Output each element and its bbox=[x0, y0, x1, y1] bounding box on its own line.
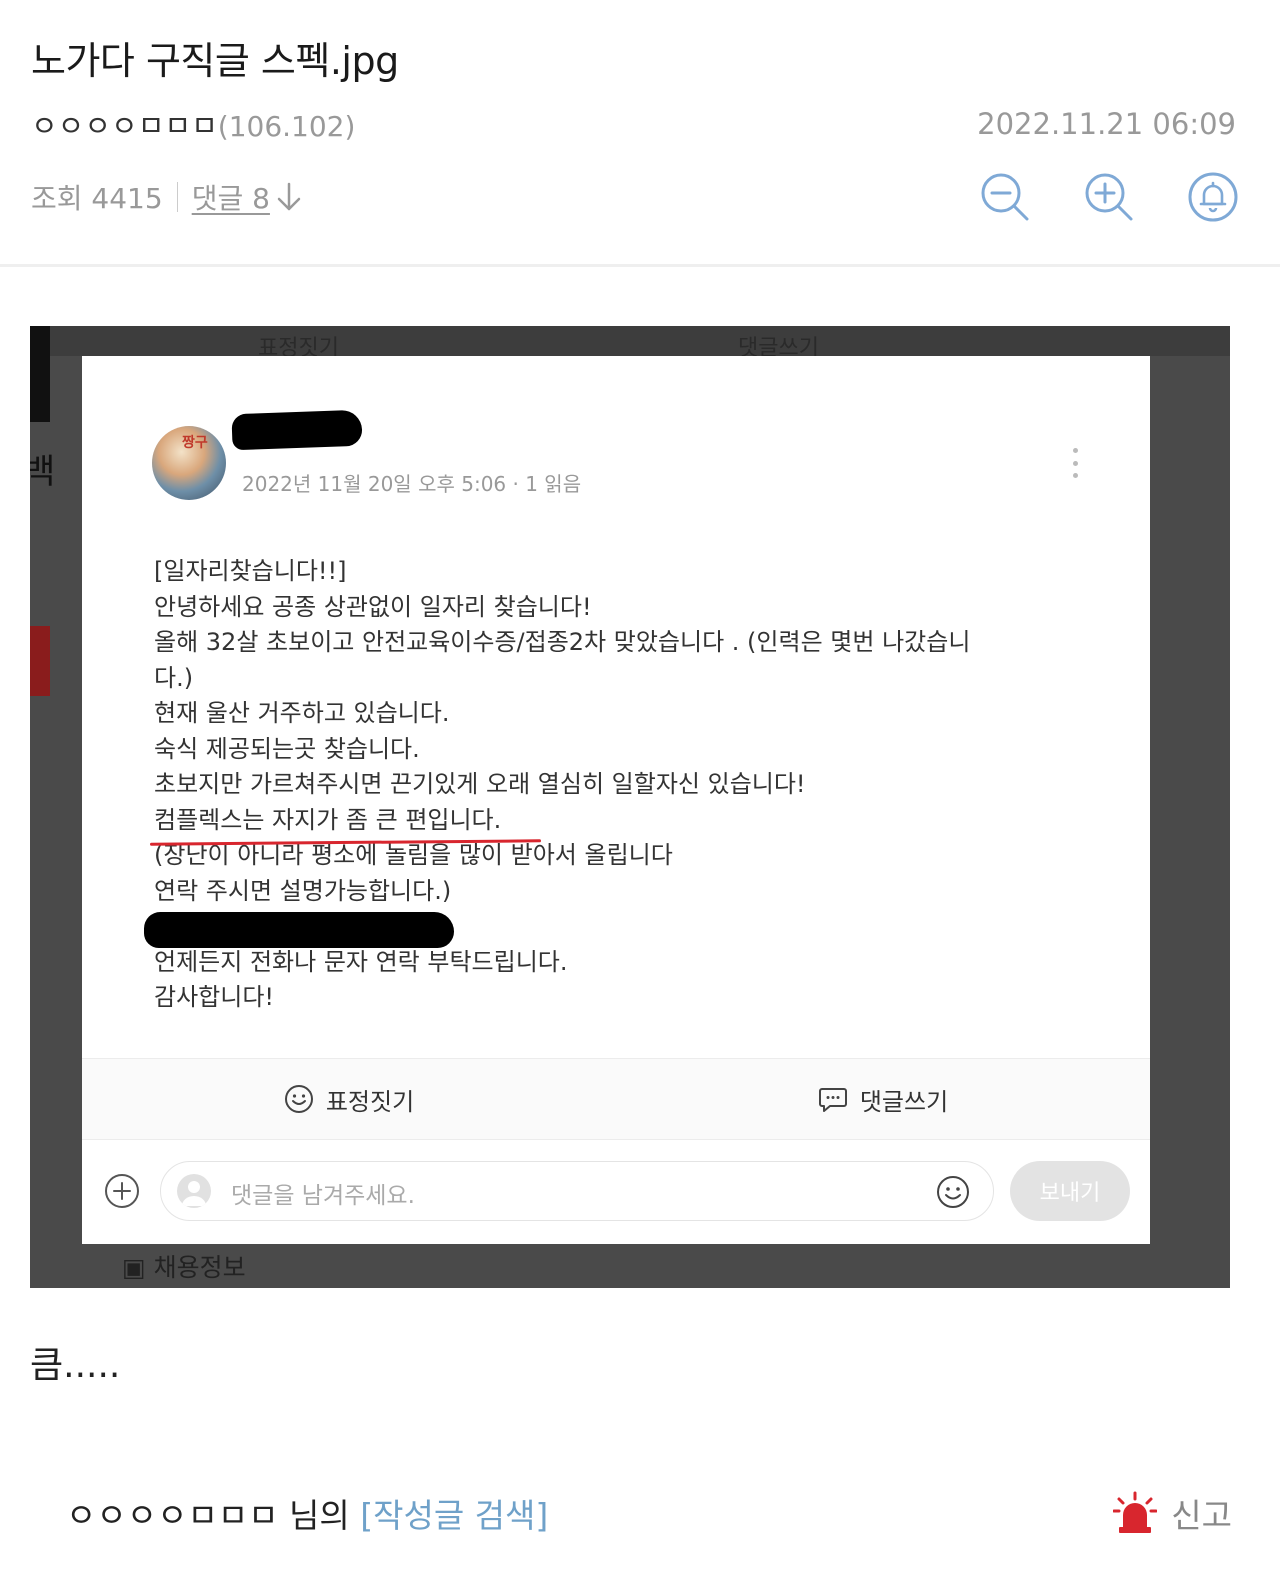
card-meta: 2022년 11월 20일 오후 5:06 · 1 읽음 bbox=[242, 472, 582, 496]
post-date: 2022.11.21 06:09 bbox=[977, 107, 1236, 141]
bell-icon bbox=[1188, 172, 1238, 222]
stats-divider bbox=[176, 182, 178, 212]
avatar-text: 짱구 bbox=[182, 435, 208, 451]
body-line: 올해 32살 초보이고 안전교육이수증/접종2차 맞았습니다 . (인력은 몇번… bbox=[154, 628, 971, 656]
user-avatar-icon bbox=[177, 1174, 211, 1208]
body-line: 연락 주시면 설명가능합니다.) bbox=[154, 876, 452, 905]
body-line: 현재 울산 거주하고 있습니다. bbox=[154, 699, 450, 727]
zoom-out-button[interactable] bbox=[978, 170, 1032, 224]
post-image: 표정짓기 댓글쓰기 백 ▣ 채용정보 짱구 2022년 11월 20일 오후 5… bbox=[30, 326, 1230, 1288]
body-line: [일자리찾습니다!!] bbox=[154, 557, 347, 585]
react-button[interactable]: 표정짓기 bbox=[82, 1059, 616, 1139]
post-meta: ㅇㅇㅇㅇㅁㅁㅁ(106.102) 2022.11.21 06:09 bbox=[31, 104, 1236, 144]
comment-input[interactable]: 댓글을 남겨주세요. bbox=[160, 1161, 994, 1221]
redaction-mark bbox=[144, 912, 454, 948]
zoom-in-icon bbox=[1085, 173, 1133, 221]
author-name[interactable]: ㅇㅇㅇㅇㅁㅁㅁ bbox=[31, 109, 218, 143]
bg-side-red-block bbox=[30, 626, 50, 696]
smiley-icon bbox=[284, 1085, 313, 1113]
view-tools bbox=[978, 170, 1240, 224]
body-line-highlighted: 컴플렉스는 자지가 좀 큰 편입니다. bbox=[154, 803, 1094, 839]
comment-count-link[interactable]: 댓글 8 bbox=[192, 177, 302, 217]
comment-composer: 댓글을 남겨주세요. 보내기 bbox=[82, 1139, 1150, 1244]
plus-circle-icon[interactable] bbox=[104, 1173, 140, 1209]
post-stats: 조회 4415 댓글 8 bbox=[31, 172, 1240, 222]
author-posts-search-link[interactable]: [작성글 검색] bbox=[360, 1496, 548, 1535]
speech-bubble-icon bbox=[818, 1088, 847, 1112]
author-info: ㅇㅇㅇㅇㅁㅁㅁ(106.102) bbox=[31, 103, 355, 145]
avatar: 짱구 bbox=[152, 426, 226, 500]
comment-button[interactable]: 댓글쓰기 bbox=[616, 1059, 1150, 1139]
post-footer: ㅇㅇㅇㅇㅁㅁㅁ 님의 [작성글 검색] 신고 bbox=[66, 1488, 1232, 1538]
emoji-icon[interactable] bbox=[935, 1174, 971, 1210]
body-line: 숙식 제공되는곳 찾습니다. bbox=[154, 734, 420, 763]
body-line: 초보지만 가르쳐주시면 끈기있게 오래 열심히 일할자신 있습니다! bbox=[154, 770, 806, 798]
notification-button[interactable] bbox=[1186, 170, 1240, 224]
send-button[interactable]: 보내기 bbox=[1010, 1161, 1130, 1221]
author-ip: (106.102) bbox=[217, 110, 356, 143]
comment-label: 댓글쓰기 bbox=[859, 1087, 949, 1116]
post-body-text: 큼..... bbox=[30, 1345, 121, 1386]
header-divider bbox=[0, 264, 1280, 267]
kakao-post-card: 짱구 2022년 11월 20일 오후 5:06 · 1 읽음 [일자리찾습니다… bbox=[82, 356, 1150, 1244]
reaction-bar: 표정짓기 댓글쓰기 bbox=[82, 1058, 1150, 1140]
author-search: ㅇㅇㅇㅇㅁㅁㅁ 님의 [작성글 검색] bbox=[66, 1489, 548, 1537]
post-title: 노가다 구직글 스펙.jpg bbox=[31, 39, 399, 83]
redaction-mark bbox=[231, 409, 363, 451]
zoom-out-icon bbox=[981, 173, 1029, 221]
siren-icon bbox=[1113, 1491, 1158, 1533]
stats-left: 조회 4415 댓글 8 bbox=[31, 177, 302, 217]
bg-side-char: 백 bbox=[30, 452, 56, 492]
comment-count: 댓글 8 bbox=[191, 182, 270, 215]
body-line: 언제든지 전화나 문자 연락 부탁드립니다. bbox=[154, 947, 568, 976]
body-line: 안녕하세요 공종 상관없이 일자리 찾습니다! bbox=[154, 592, 592, 621]
arrow-down-icon bbox=[277, 182, 301, 211]
bg-job-info-label: ▣ 채용정보 bbox=[122, 1253, 246, 1282]
zoom-in-button[interactable] bbox=[1082, 170, 1136, 224]
report-label: 신고 bbox=[1171, 1496, 1232, 1535]
body-line: 다.) bbox=[154, 663, 194, 692]
view-count: 조회 4415 bbox=[31, 182, 163, 215]
body-line: 감사합니다! bbox=[154, 983, 275, 1011]
comment-placeholder: 댓글을 남겨주세요. bbox=[231, 1183, 415, 1209]
footer-author: ㅇㅇㅇㅇㅁㅁㅁ bbox=[66, 1496, 279, 1535]
report-button[interactable]: 신고 bbox=[1113, 1489, 1232, 1537]
background-strip: 표정짓기 댓글쓰기 bbox=[30, 326, 1230, 361]
bg-side-block bbox=[30, 326, 50, 422]
more-options-icon[interactable] bbox=[1070, 448, 1080, 478]
react-label: 표정짓기 bbox=[325, 1087, 415, 1116]
underlined-text: 컴플렉스는 자지가 좀 큰 편입니다. bbox=[154, 803, 501, 839]
footer-suffix: 님의 bbox=[278, 1496, 361, 1535]
